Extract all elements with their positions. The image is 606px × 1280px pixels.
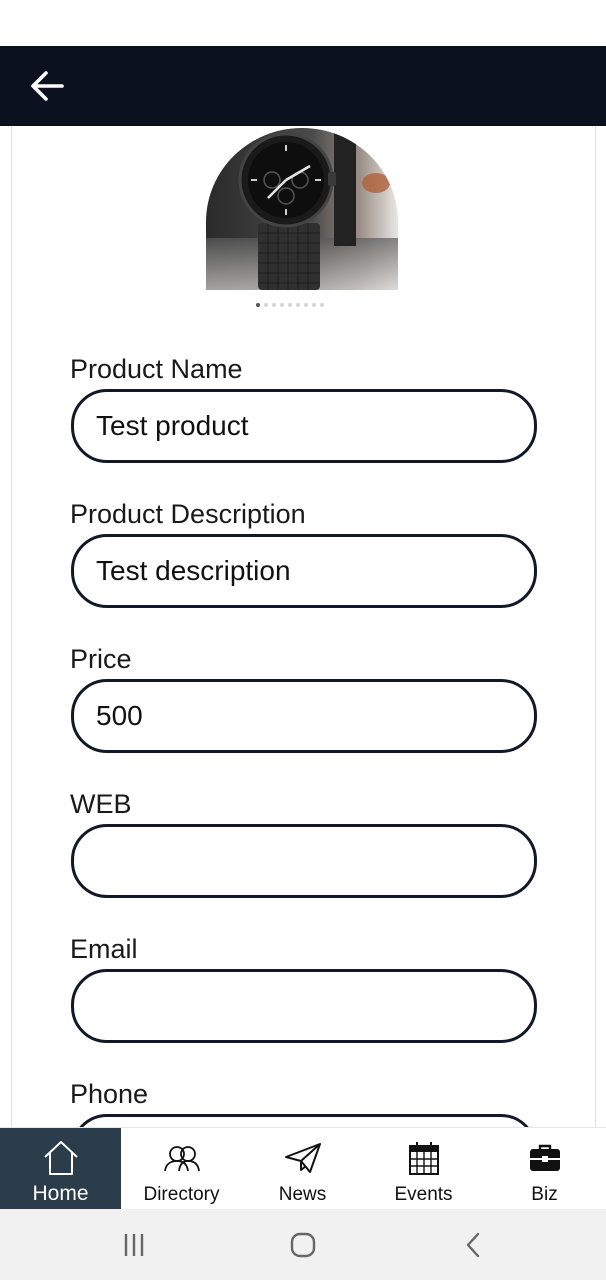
carousel-dot[interactable]: [280, 303, 284, 307]
product-description-label: Product Description: [70, 499, 306, 529]
price-input[interactable]: 500: [71, 679, 537, 753]
carousel-dot[interactable]: [320, 303, 324, 307]
system-back-button[interactable]: [453, 1229, 493, 1261]
nav-news-label: News: [278, 1184, 327, 1205]
system-navigation-bar: [0, 1209, 606, 1280]
nav-news[interactable]: News: [242, 1128, 363, 1210]
calendar-icon: [408, 1142, 439, 1175]
email-label: Email: [70, 934, 138, 964]
carousel-dot[interactable]: [304, 303, 308, 307]
price-label: Price: [70, 644, 132, 674]
back-button[interactable]: [24, 66, 70, 106]
bottom-navigation: Home Directory News Events Biz: [0, 1127, 606, 1210]
nav-events-label: Events: [394, 1184, 453, 1205]
people-icon: [163, 1146, 200, 1172]
email-input[interactable]: [71, 969, 537, 1043]
nav-biz[interactable]: Biz: [484, 1128, 605, 1210]
product-name-input[interactable]: Test product: [71, 389, 537, 463]
product-description-input[interactable]: Test description: [71, 534, 537, 608]
nav-events[interactable]: Events: [363, 1128, 484, 1210]
web-input[interactable]: [71, 824, 537, 898]
carousel-dot[interactable]: [312, 303, 316, 307]
nav-home[interactable]: Home: [0, 1128, 121, 1210]
product-description-value: Test description: [96, 555, 291, 586]
status-bar: [0, 0, 606, 46]
system-home-button[interactable]: [283, 1229, 323, 1261]
price-value: 500: [96, 700, 143, 731]
carousel-dot[interactable]: [256, 303, 260, 307]
app-bar: [0, 46, 606, 126]
product-name-value: Test product: [96, 410, 249, 441]
home-circle-icon: [290, 1232, 316, 1258]
product-name-label: Product Name: [70, 354, 243, 384]
recent-apps-icon: [124, 1234, 144, 1256]
back-chevron-icon: [466, 1232, 480, 1258]
nav-home-label: Home: [32, 1182, 89, 1205]
carousel-dot[interactable]: [264, 303, 268, 307]
carousel-dot[interactable]: [272, 303, 276, 307]
phone-label: Phone: [70, 1079, 149, 1109]
nav-biz-label: Biz: [531, 1184, 558, 1205]
carousel-indicator: [256, 303, 324, 307]
product-form-scroll[interactable]: Product Name Test product Product Descript…: [11, 126, 596, 1127]
recent-apps-button[interactable]: [114, 1229, 154, 1261]
web-label: WEB: [70, 789, 132, 819]
arrow-left-icon: [31, 71, 64, 101]
nav-directory[interactable]: Directory: [121, 1128, 242, 1210]
carousel-dot[interactable]: [288, 303, 292, 307]
phone-input[interactable]: [71, 1114, 537, 1127]
briefcase-icon: [529, 1144, 560, 1171]
paper-plane-icon: [284, 1143, 321, 1173]
product-image[interactable]: [206, 128, 398, 290]
carousel-dot[interactable]: [296, 303, 300, 307]
nav-directory-label: Directory: [143, 1184, 220, 1205]
home-icon: [43, 1141, 78, 1175]
